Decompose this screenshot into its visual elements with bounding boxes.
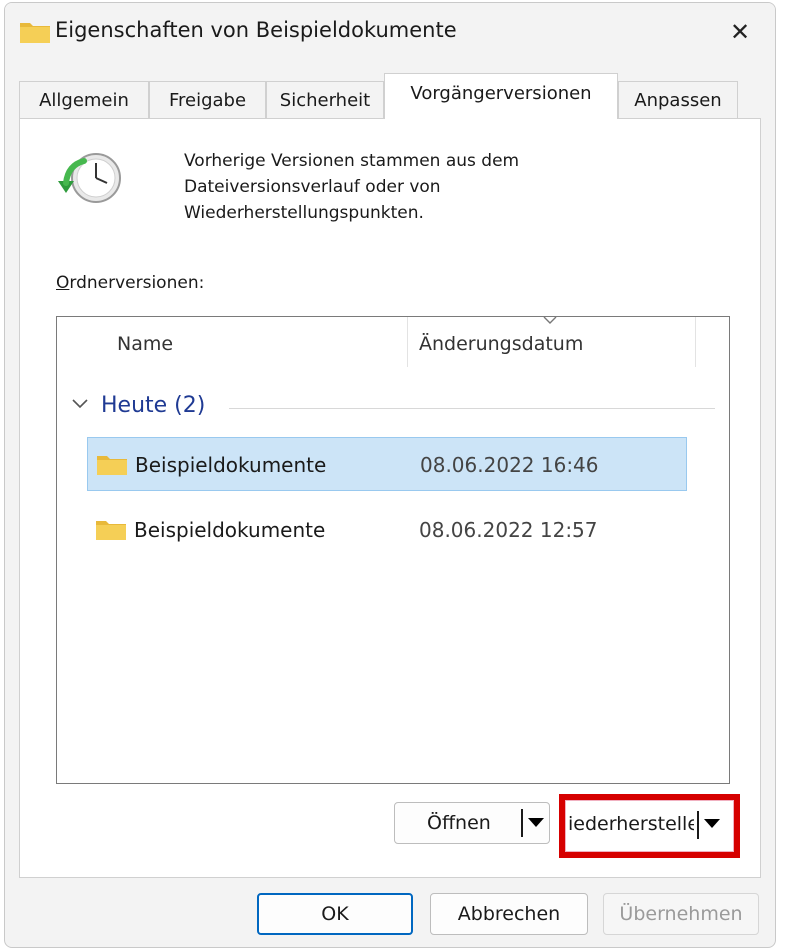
dropdown-arrow-icon[interactable]	[704, 819, 720, 828]
item-name: Beispieldokumente	[134, 518, 326, 542]
item-date: 08.06.2022 12:57	[419, 518, 598, 542]
list-item[interactable]: Beispieldokumente 08.06.2022 16:46	[87, 437, 687, 491]
chevron-down-icon[interactable]	[71, 397, 89, 411]
split-separator	[521, 809, 523, 837]
tab-anpassen[interactable]: Anpassen	[618, 81, 738, 118]
close-button[interactable]: ✕	[705, 3, 775, 61]
dropdown-arrow-icon[interactable]	[528, 818, 544, 827]
folder-icon	[20, 23, 50, 43]
tab-vorgaengerversionen[interactable]: Vorgängerversionen	[384, 73, 618, 119]
column-header-date[interactable]: Änderungsdatum	[419, 333, 583, 355]
restore-button-label: iederherstellen	[568, 813, 694, 835]
list-item[interactable]: Beispieldokumente 08.06.2022 12:57	[87, 503, 687, 557]
window-title: Eigenschaften von Beispieldokumente	[55, 18, 457, 42]
group-divider	[229, 408, 715, 409]
column-separator[interactable]	[695, 317, 696, 367]
column-header-name[interactable]: Name	[117, 333, 173, 355]
restore-split-button[interactable]: iederherstellen	[565, 800, 734, 852]
sort-caret-icon	[543, 317, 557, 324]
open-button-label: Öffnen	[427, 812, 491, 834]
title-bar[interactable]: Eigenschaften von Beispieldokumente ✕	[5, 3, 775, 63]
folder-versions-label: Ordnerversionen:	[56, 273, 205, 293]
clock-restore-icon	[58, 153, 121, 203]
versions-list[interactable]: Name Änderungsdatum Heute (2) Beispieldo…	[56, 316, 730, 784]
item-name: Beispieldokumente	[135, 453, 327, 477]
properties-dialog: Eigenschaften von Beispieldokumente ✕ Al…	[4, 2, 776, 948]
open-split-button[interactable]: Öffnen	[394, 802, 550, 844]
info-text-line-2: Dateiversionsverlauf oder von	[184, 177, 441, 197]
ok-button[interactable]: OK	[257, 893, 413, 935]
cancel-button[interactable]: Abbrechen	[430, 893, 588, 935]
column-separator[interactable]	[407, 317, 408, 367]
folder-icon	[97, 456, 127, 475]
folder-icon	[96, 521, 126, 540]
split-separator	[697, 811, 699, 839]
tab-sicherheit[interactable]: Sicherheit	[266, 81, 384, 118]
info-text-line-1: Vorherige Versionen stammen aus dem	[184, 151, 520, 171]
info-text-line-3: Wiederherstellungspunkten.	[184, 203, 424, 223]
apply-button[interactable]: Übernehmen	[603, 893, 759, 935]
tab-panel: Vorherige Versionen stammen aus dem Date…	[19, 118, 761, 878]
restore-button-highlight: iederherstellen	[559, 794, 740, 858]
item-date: 08.06.2022 16:46	[420, 453, 599, 477]
tab-freigabe[interactable]: Freigabe	[149, 81, 266, 118]
tab-allgemein[interactable]: Allgemein	[19, 81, 149, 118]
group-header-today[interactable]: Heute (2)	[101, 393, 205, 418]
